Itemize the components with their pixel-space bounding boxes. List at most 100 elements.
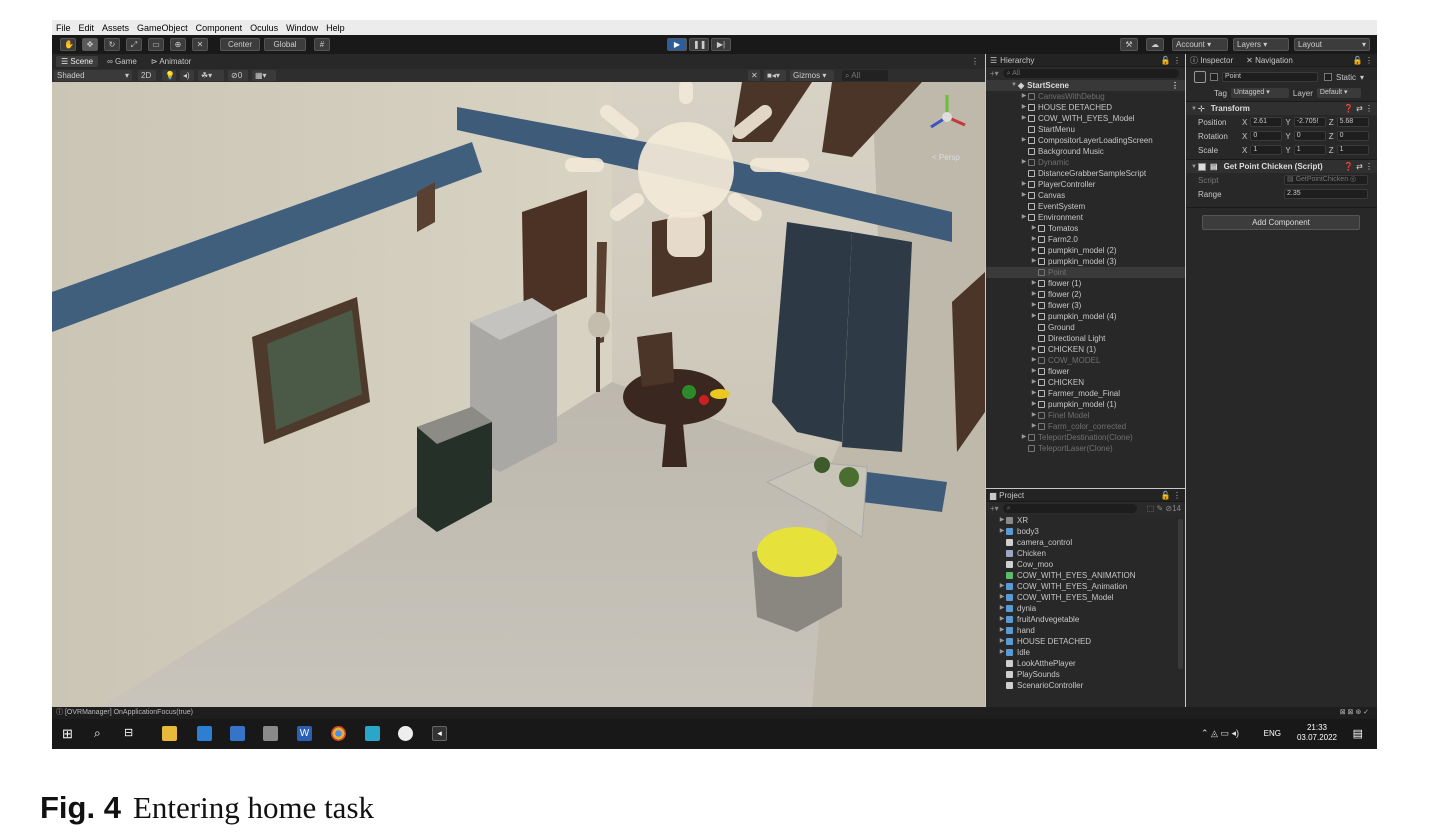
search-icon[interactable]: ⌕ [94, 726, 109, 741]
hierarchy-item[interactable]: ▶ Farm2.0 [986, 234, 1185, 245]
windows-start-icon[interactable]: ⊞ [62, 726, 77, 741]
add-object-button[interactable]: +▾ [990, 69, 999, 78]
component-menu-icon[interactable]: ❓ ⇄ ⋮ [1344, 104, 1373, 113]
camera-dropdown-icon[interactable]: ■◂▾ [764, 70, 786, 81]
grid-dropdown-icon[interactable]: ▦▾ [252, 70, 276, 81]
expand-arrow-icon[interactable]: ▼ [1010, 80, 1018, 91]
fold-arrow-icon[interactable]: ▼ [1190, 106, 1198, 112]
menu-item-component[interactable]: Component [196, 23, 243, 33]
hierarchy-item[interactable]: ▶ CHICKEN (1) [986, 344, 1185, 355]
unity-hub-icon[interactable] [398, 726, 413, 741]
rect-tool-icon[interactable]: ▭ [148, 38, 164, 51]
gizmos-dropdown[interactable]: Gizmos ▾ [790, 70, 834, 81]
project-asset-item[interactable]: PlaySounds [986, 669, 1185, 680]
cloud-icon[interactable]: ☁ [1146, 38, 1164, 51]
expand-arrow-icon[interactable]: ▶ [1030, 377, 1038, 388]
hierarchy-item[interactable]: ▶ pumpkin_model (4) [986, 311, 1185, 322]
unity-editor-icon[interactable]: ◂ [432, 726, 447, 741]
project-search-input[interactable]: ⌕ [1002, 504, 1137, 513]
tab-navigation[interactable]: ✕ Navigation [1246, 56, 1293, 65]
hierarchy-item[interactable]: EventSystem [986, 201, 1185, 212]
console-status-bar[interactable]: ⓘ [OVRManager] OnApplicationFocus(true) ⊠… [52, 707, 1377, 719]
mail-icon[interactable] [230, 726, 245, 741]
move-tool-icon[interactable]: ✥ [82, 38, 98, 51]
hierarchy-item[interactable]: Point [986, 267, 1185, 278]
hierarchy-item[interactable]: ▶ PlayerController [986, 179, 1185, 190]
expand-arrow-icon[interactable]: ▶ [998, 625, 1006, 636]
expand-arrow-icon[interactable]: ▶ [998, 636, 1006, 647]
chrome-icon[interactable] [331, 726, 346, 741]
collab-icon[interactable]: ⚒ [1120, 38, 1138, 51]
project-asset-item[interactable]: ▶ Idle [986, 647, 1185, 658]
expand-arrow-icon[interactable]: ▶ [1030, 223, 1038, 234]
rotation-z-input[interactable]: 0 [1336, 131, 1369, 141]
expand-arrow-icon[interactable]: ▶ [1020, 432, 1028, 443]
rotation-y-input[interactable]: 0 [1293, 131, 1326, 141]
hierarchy-item[interactable]: Directional Light [986, 333, 1185, 344]
hierarchy-item[interactable]: ▶ Tomatos [986, 223, 1185, 234]
expand-arrow-icon[interactable]: ▶ [998, 647, 1006, 658]
project-asset-item[interactable]: Cow_moo [986, 559, 1185, 570]
hierarchy-item[interactable]: ▶ pumpkin_model (3) [986, 256, 1185, 267]
hierarchy-item[interactable]: DistanceGrabberSampleScript [986, 168, 1185, 179]
tray-icons[interactable]: ⌃ ◬ ▭ ◂) [1201, 728, 1239, 739]
project-asset-item[interactable]: ScenarioController [986, 680, 1185, 691]
active-checkbox[interactable] [1210, 73, 1218, 81]
hierarchy-item[interactable]: ▶ pumpkin_model (1) [986, 399, 1185, 410]
expand-arrow-icon[interactable]: ▶ [1030, 421, 1038, 432]
hierarchy-item[interactable]: ▶ flower [986, 366, 1185, 377]
expand-arrow-icon[interactable]: ▶ [1020, 102, 1028, 113]
hidden-objects-toggle[interactable]: ⊘0 [228, 70, 248, 81]
project-asset-item[interactable]: ▶ HOUSE DETACHED [986, 636, 1185, 647]
expand-arrow-icon[interactable]: ▶ [1030, 256, 1038, 267]
project-asset-item[interactable]: ▶ dynia [986, 603, 1185, 614]
range-input[interactable]: 2.35 [1284, 189, 1368, 199]
audio-toggle-icon[interactable]: ◂) [180, 70, 194, 81]
project-asset-item[interactable]: COW_WITH_EYES_ANIMATION [986, 570, 1185, 581]
expand-arrow-icon[interactable]: ▶ [1030, 366, 1038, 377]
project-asset-item[interactable]: ▶ COW_WITH_EYES_Model [986, 592, 1185, 603]
play-button[interactable]: ▶ [667, 38, 687, 51]
layout-dropdown[interactable]: Layout ▾ [1294, 38, 1370, 51]
project-asset-item[interactable]: Chicken [986, 548, 1185, 559]
expand-arrow-icon[interactable]: ▶ [998, 515, 1006, 526]
expand-arrow-icon[interactable]: ▶ [1030, 289, 1038, 300]
hand-tool-icon[interactable]: ✋ [60, 38, 76, 51]
expand-arrow-icon[interactable]: ▶ [998, 614, 1006, 625]
task-view-icon[interactable]: ⊟ [124, 726, 139, 741]
tab-inspector[interactable]: ⓘ Inspector [1190, 55, 1233, 66]
status-icons[interactable]: ⊠ ⊠ ⊛ ✓ [1340, 707, 1369, 719]
lock-icon[interactable]: 🔓 ⋮ [1353, 56, 1373, 65]
store-icon[interactable] [197, 726, 212, 741]
menu-item-window[interactable]: Window [286, 23, 318, 33]
position-y-input[interactable]: -2.705! [1293, 117, 1326, 127]
menu-item-oculus[interactable]: Oculus [250, 23, 278, 33]
hierarchy-item[interactable]: Background Music [986, 146, 1185, 157]
expand-arrow-icon[interactable]: ▶ [1030, 355, 1038, 366]
menu-item-edit[interactable]: Edit [79, 23, 95, 33]
project-asset-item[interactable]: camera_control [986, 537, 1185, 548]
hierarchy-item[interactable]: ▶ flower (2) [986, 289, 1185, 300]
expand-arrow-icon[interactable]: ▶ [1030, 234, 1038, 245]
project-asset-item[interactable]: LookAtthePlayer [986, 658, 1185, 669]
hierarchy-item[interactable]: ▶ Finel Model [986, 410, 1185, 421]
app-icon-m[interactable] [365, 726, 380, 741]
hierarchy-item[interactable]: ▶ Dynamic [986, 157, 1185, 168]
position-x-input[interactable]: 2.61 [1250, 117, 1283, 127]
hierarchy-item[interactable]: ▶ Farmer_mode_Final [986, 388, 1185, 399]
expand-arrow-icon[interactable]: ▶ [1030, 245, 1038, 256]
menu-item-help[interactable]: Help [326, 23, 345, 33]
step-button[interactable]: ▶| [711, 38, 731, 51]
expand-arrow-icon[interactable]: ▶ [998, 592, 1006, 603]
panel-menu-icon[interactable]: ⋮ [971, 57, 979, 66]
layer-dropdown[interactable]: Default ▾ [1316, 88, 1361, 98]
expand-arrow-icon[interactable]: ▶ [998, 526, 1006, 537]
add-component-button[interactable]: Add Component [1202, 215, 1360, 230]
space-global-button[interactable]: Global [264, 38, 306, 51]
project-asset-item[interactable]: ▶ fruitAndvegetable [986, 614, 1185, 625]
hierarchy-item[interactable]: ▶ HOUSE DETACHED [986, 102, 1185, 113]
static-checkbox[interactable] [1324, 73, 1332, 81]
tools-icon[interactable]: ✕ [748, 70, 760, 81]
project-scrollbar[interactable] [1178, 519, 1183, 669]
lock-icon[interactable]: 🔓 ⋮ [1161, 491, 1181, 500]
